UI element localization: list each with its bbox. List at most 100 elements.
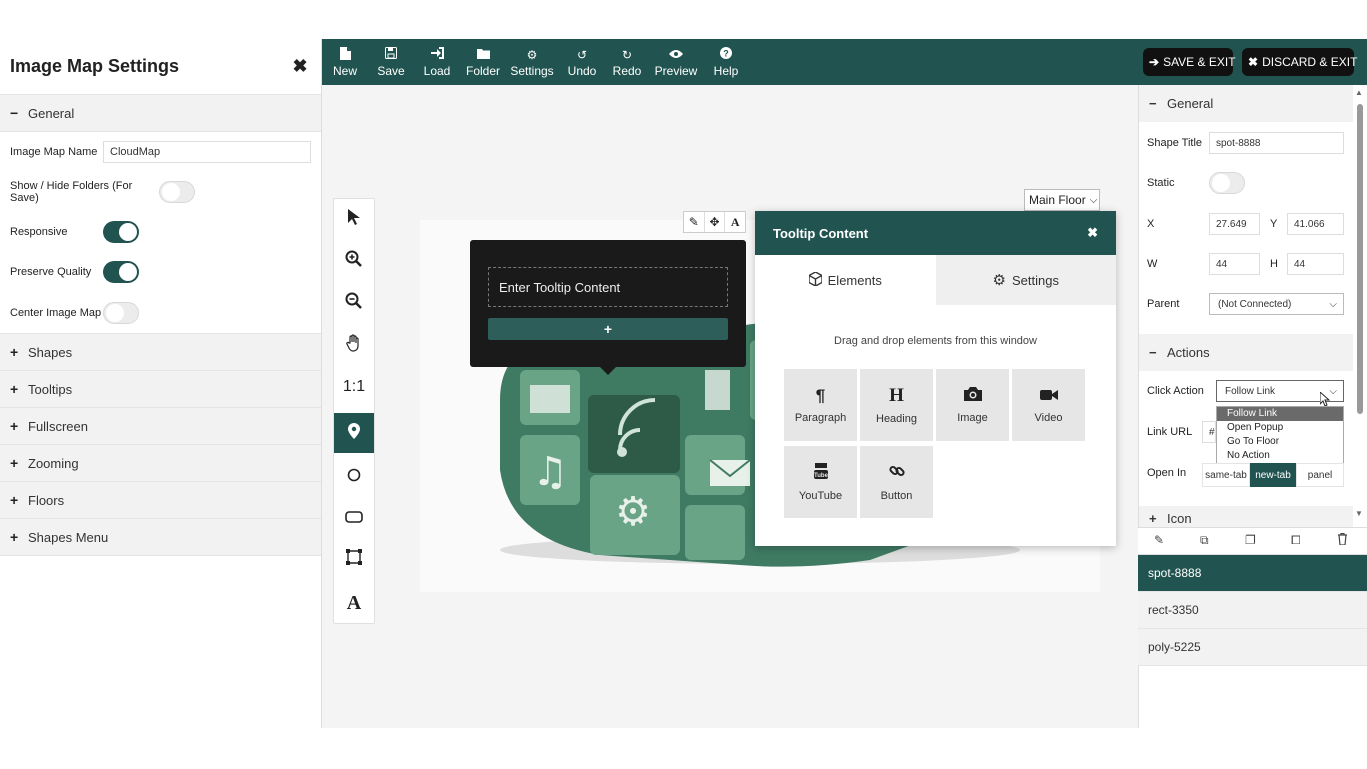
link-url-input[interactable]: #	[1202, 421, 1216, 443]
save-button[interactable]: Save	[377, 39, 405, 85]
preserve-quality-toggle[interactable]	[103, 261, 139, 283]
open-in-panel[interactable]: panel	[1296, 463, 1344, 487]
save-exit-button[interactable]: ➔ SAVE & EXIT	[1143, 48, 1236, 76]
discard-exit-button[interactable]: ✖ DISCARD & EXIT	[1242, 48, 1357, 76]
floor-select[interactable]: Main Floor ⌵	[1024, 189, 1100, 211]
shape-actions-bar: ✎ ⧉ ❐ ⧠	[1138, 527, 1367, 555]
folder-button[interactable]: Folder	[465, 39, 501, 85]
option-go-to-floor[interactable]: Go To Floor	[1217, 435, 1343, 449]
tooltip-content-placeholder[interactable]: Enter Tooltip Content	[488, 267, 728, 307]
polygon-icon	[345, 548, 363, 571]
section-floors[interactable]: + Floors	[0, 482, 321, 519]
option-no-action[interactable]: No Action	[1217, 449, 1343, 463]
tooltip-window-hint: Drag and drop elements from this window	[834, 335, 1037, 347]
move-icon[interactable]: ✥	[705, 212, 726, 232]
open-in-same-tab[interactable]: same-tab	[1202, 463, 1250, 487]
y-input[interactable]: 41.066	[1287, 213, 1344, 235]
load-button[interactable]: Load	[423, 39, 451, 85]
tab-settings[interactable]: ⚙ Settings	[935, 255, 1116, 305]
shape-list-item[interactable]: rect-3350	[1138, 592, 1367, 629]
center-image-map-toggle[interactable]	[103, 301, 139, 324]
help-label: Help	[713, 63, 739, 78]
static-toggle[interactable]	[1209, 172, 1245, 194]
preview-button[interactable]: Preview	[654, 39, 698, 85]
file-icon	[339, 46, 351, 63]
section-zooming[interactable]: + Zooming	[0, 445, 321, 482]
oval-tool[interactable]	[334, 457, 374, 497]
element-image[interactable]: Image	[936, 369, 1009, 441]
image-map-name-input[interactable]	[103, 141, 311, 163]
brush-icon[interactable]: ✎	[684, 212, 705, 232]
element-heading[interactable]: H Heading	[860, 369, 933, 441]
shape-list-item[interactable]: spot-8888	[1138, 555, 1367, 592]
pan-tool[interactable]	[334, 325, 374, 365]
shape-title-input[interactable]: spot-8888	[1209, 132, 1344, 154]
close-icon[interactable]: ✖	[1087, 225, 1098, 241]
right-panel-scrollbar[interactable]	[1357, 104, 1363, 414]
poly-tool[interactable]	[334, 539, 374, 579]
close-icon[interactable]: ✖	[289, 56, 311, 77]
gear-icon: ⚙	[992, 272, 1006, 289]
open-in-new-tab[interactable]: new-tab	[1250, 463, 1296, 487]
new-button[interactable]: New	[332, 39, 358, 85]
element-video[interactable]: Video	[1012, 369, 1085, 441]
click-action-dropdown: Follow Link Open Popup Go To Floor No Ac…	[1216, 406, 1344, 464]
pencil-icon[interactable]: ✎	[1154, 533, 1164, 547]
text-tool[interactable]: A	[334, 583, 374, 623]
rect-tool[interactable]	[334, 499, 374, 539]
tooltip-window-header: Tooltip Content ✖	[755, 211, 1116, 255]
x-input[interactable]: 27.649	[1209, 213, 1260, 235]
h-input[interactable]: 44	[1287, 253, 1344, 275]
element-button[interactable]: Button	[860, 446, 933, 518]
section-shapes[interactable]: + Shapes	[0, 334, 321, 371]
responsive-toggle[interactable]	[103, 221, 139, 243]
zoom-in-tool[interactable]	[334, 241, 374, 281]
w-input[interactable]: 44	[1209, 253, 1260, 275]
section-actions[interactable]: − Actions	[1139, 334, 1353, 371]
zoom-out-tool[interactable]	[334, 283, 374, 323]
open-in-label: Open In	[1147, 467, 1187, 479]
parent-select[interactable]: (Not Connected) ⌵	[1209, 293, 1344, 315]
redo-button[interactable]: ↻ Redo	[612, 39, 642, 85]
floppy-icon	[385, 46, 397, 63]
tab-elements[interactable]: Elements	[755, 255, 936, 305]
drawing-tools: 1:1 A	[333, 198, 375, 624]
copy-style-icon[interactable]: ⧉	[1200, 533, 1209, 548]
trash-icon[interactable]	[1337, 532, 1348, 548]
section-fullscreen[interactable]: + Fullscreen	[0, 408, 321, 445]
reset-zoom-tool[interactable]: 1:1	[334, 367, 374, 407]
settings-panel-header: Image Map Settings ✖	[0, 39, 321, 95]
paste-icon[interactable]: ❐	[1245, 533, 1256, 547]
option-open-popup[interactable]: Open Popup	[1217, 421, 1343, 435]
close-icon: ✖	[1248, 55, 1259, 69]
undo-button[interactable]: ↺ Undo	[565, 39, 599, 85]
gear-icon: ⚙	[526, 47, 538, 62]
element-youtube[interactable]: Tube YouTube	[784, 446, 857, 518]
section-icon[interactable]: + Icon	[1139, 506, 1353, 527]
section-general[interactable]: − General	[0, 95, 321, 132]
section-shapes-menu[interactable]: + Shapes Menu	[0, 519, 321, 556]
h-label: H	[1270, 258, 1278, 270]
svg-text:?: ?	[723, 48, 729, 58]
duplicate-icon[interactable]: ⧠	[1291, 533, 1301, 548]
shape-list-item[interactable]: poly-5225	[1138, 629, 1367, 666]
spot-tool[interactable]	[334, 413, 374, 453]
settings-label: Settings	[510, 63, 554, 78]
text-icon[interactable]: A	[725, 212, 745, 232]
add-tooltip-element-button[interactable]: +	[488, 318, 728, 340]
redo-label: Redo	[612, 63, 642, 78]
show-hide-folders-toggle[interactable]	[159, 181, 195, 203]
select-tool[interactable]	[334, 199, 374, 239]
section-shapes-menu-label: Shapes Menu	[28, 529, 109, 545]
tooltip-arrow	[600, 367, 616, 375]
responsive-label: Responsive	[10, 226, 68, 238]
help-button[interactable]: ? Help	[711, 39, 741, 85]
main-toolbar: New Save Load Folder ⚙ Settings ↺ Undo ↻…	[322, 39, 1367, 85]
scroll-down-icon[interactable]: ▼	[1355, 509, 1363, 518]
section-tooltips[interactable]: + Tooltips	[0, 371, 321, 408]
element-paragraph[interactable]: ¶ Paragraph	[784, 369, 857, 441]
section-shape-general[interactable]: − General	[1139, 85, 1353, 122]
settings-button[interactable]: ⚙ Settings	[509, 39, 555, 85]
load-label: Load	[423, 63, 451, 78]
scroll-up-icon[interactable]: ▲	[1355, 88, 1363, 97]
